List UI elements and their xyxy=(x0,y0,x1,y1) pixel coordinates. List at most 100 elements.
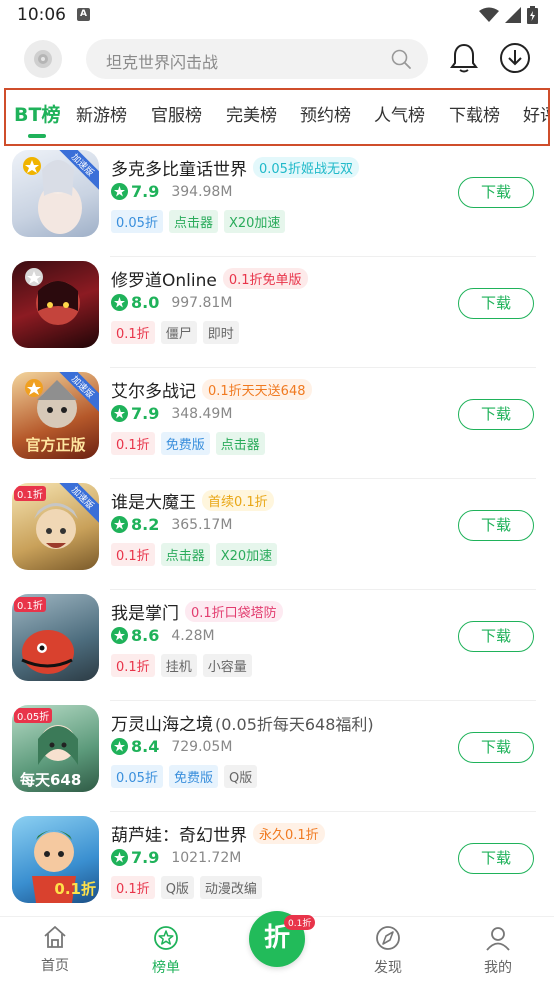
game-icon[interactable]: 每天648 0.05折 xyxy=(12,705,99,792)
list-item[interactable]: 加速版 多克多比童话世界 0.05折姬战无双 7.9 394.98M 0.05折… xyxy=(0,146,554,257)
game-icon[interactable]: 加速版 官方正版 xyxy=(12,372,99,459)
status-time: 10:06 xyxy=(17,5,66,25)
discount-tag: 0.1折 xyxy=(111,432,155,455)
nav-ranking[interactable]: 榜单 xyxy=(131,925,201,977)
list-item[interactable]: 每天648 0.05折 万灵山海之境 (0.05折每天648福利) 8.4 72… xyxy=(0,701,554,812)
genre-tag: Q版 xyxy=(160,876,194,899)
discount-tag: 0.05折 xyxy=(111,765,163,788)
feature-tag: 免费版 xyxy=(168,765,218,788)
game-rating: 8.2 xyxy=(131,515,160,534)
game-title: 艾尔多战记 xyxy=(111,382,196,402)
game-tagline: 0.1折口袋塔防 xyxy=(185,601,283,622)
download-manager-icon[interactable] xyxy=(499,42,531,74)
tab-official[interactable]: 官服榜 xyxy=(151,101,202,126)
icon-discount-badge: 0.1折 xyxy=(14,597,46,612)
list-item[interactable]: 0.1折 葫芦娃：奇幻世界 永久0.1折 7.9 1021.72M 0.1折 Q… xyxy=(0,812,554,916)
game-size: 1021.72M xyxy=(171,849,242,866)
game-title: 谁是大魔王 xyxy=(111,493,196,513)
search-input[interactable]: 坦克世界闪击战 xyxy=(86,39,428,79)
nav-discover[interactable]: 发现 xyxy=(353,925,423,977)
icon-discount-badge: 0.05折 xyxy=(14,708,53,723)
game-title-row: 万灵山海之境 (0.05折每天648福利) xyxy=(111,710,374,736)
download-button[interactable]: 下载 xyxy=(458,288,534,319)
genre-tag: 小容量 xyxy=(202,654,252,677)
game-title-row: 谁是大魔王 首续0.1折 xyxy=(111,488,274,513)
feature-tag: 免费版 xyxy=(160,432,210,455)
star-icon xyxy=(111,294,128,311)
star-icon xyxy=(111,405,128,422)
icon-overlay-text: 官方正版 xyxy=(25,436,86,454)
tag-row: 0.05折 免费版 Q版 xyxy=(111,765,258,788)
star-icon xyxy=(111,849,128,866)
game-tagline: 永久0.1折 xyxy=(253,823,325,844)
game-rating: 8.0 xyxy=(131,293,160,312)
nav-home[interactable]: 首页 xyxy=(20,925,90,975)
discount-tag: 0.05折 xyxy=(111,210,163,233)
game-tagline: (0.05折每天648福利) xyxy=(215,714,374,734)
status-bar: 10:06 A xyxy=(0,0,554,32)
game-rating: 8.6 xyxy=(131,626,160,645)
download-button[interactable]: 下载 xyxy=(458,177,534,208)
top-bar: 坦克世界闪击战 xyxy=(0,34,554,86)
tab-reservation[interactable]: 预约榜 xyxy=(300,101,351,126)
tag-row: 0.1折 僵尸 即时 xyxy=(111,321,239,344)
tab-perfect[interactable]: 完美榜 xyxy=(226,101,277,126)
genre-tag: 挂机 xyxy=(160,654,197,677)
tag-row: 0.1折 挂机 小容量 xyxy=(111,654,252,677)
game-tagline: 0.1折免单版 xyxy=(222,268,308,289)
feature-tag: X20加速 xyxy=(223,210,286,233)
game-size: 348.49M xyxy=(171,405,233,422)
avatar-icon xyxy=(34,50,52,68)
game-icon[interactable] xyxy=(12,261,99,348)
game-rating: 8.4 xyxy=(131,737,160,756)
tab-new-games[interactable]: 新游榜 xyxy=(76,101,127,126)
game-title: 万灵山海之境 xyxy=(111,715,213,735)
bottom-nav: 首页 榜单 折 0.1折 发现 我的 xyxy=(0,911,554,984)
game-title-row: 多克多比童话世界 0.05折姬战无双 xyxy=(111,155,359,180)
game-icon[interactable]: 0.1折 xyxy=(12,594,99,681)
list-item[interactable]: 修罗道Online 0.1折免单版 8.0 997.81M 0.1折 僵尸 即时… xyxy=(0,257,554,368)
genre-tag: 僵尸 xyxy=(160,321,197,344)
ranking-star-icon xyxy=(154,926,178,950)
game-size: 729.05M xyxy=(171,738,233,755)
bell-icon[interactable] xyxy=(449,42,479,74)
tab-indicator xyxy=(28,134,46,138)
rating-row: 8.0 997.81M xyxy=(111,293,232,312)
download-button[interactable]: 下载 xyxy=(458,399,534,430)
list-item[interactable]: 加速版 官方正版 艾尔多战记 0.1折天天送648 7.9 348.49M 0.… xyxy=(0,368,554,479)
discount-tag: 0.1折 xyxy=(111,321,155,344)
nav-profile[interactable]: 我的 xyxy=(463,925,533,977)
game-rating: 7.9 xyxy=(131,848,160,867)
tag-row: 0.1折 Q版 动漫改编 xyxy=(111,876,262,899)
game-rating: 7.9 xyxy=(131,182,160,201)
icon-discount-badge: 0.1折 xyxy=(14,486,46,501)
game-icon[interactable]: 0.1折 xyxy=(12,816,99,903)
game-tagline: 0.1折天天送648 xyxy=(202,379,312,400)
discount-badge: 0.1折 xyxy=(284,915,316,930)
nav-label: 首页 xyxy=(41,958,69,974)
signal-icon xyxy=(505,7,521,23)
list-item[interactable]: 0.1折 我是掌门 0.1折口袋塔防 8.6 4.28M 0.1折 挂机 小容量… xyxy=(0,590,554,701)
game-title: 修罗道Online xyxy=(111,271,217,291)
feature-tag: 点击器 xyxy=(160,543,210,566)
tab-bt[interactable]: BT榜 xyxy=(14,100,60,127)
avatar[interactable] xyxy=(24,40,62,78)
rating-row: 8.2 365.17M xyxy=(111,515,232,534)
discount-tag: 0.1折 xyxy=(111,543,155,566)
tab-downloads[interactable]: 下载榜 xyxy=(449,101,500,126)
tab-top-rated[interactable]: 好评 xyxy=(523,101,548,126)
icon-overlay-text: 0.1折 xyxy=(54,880,96,898)
download-button[interactable]: 下载 xyxy=(458,621,534,652)
game-size: 365.17M xyxy=(171,516,233,533)
download-button[interactable]: 下载 xyxy=(458,732,534,763)
notification-icon: A xyxy=(77,8,90,21)
game-icon[interactable]: 加速版 xyxy=(12,150,99,237)
search-icon[interactable] xyxy=(390,48,412,70)
game-icon[interactable]: 加速版 0.1折 xyxy=(12,483,99,570)
download-button[interactable]: 下载 xyxy=(458,843,534,874)
star-icon xyxy=(111,738,128,755)
download-button[interactable]: 下载 xyxy=(458,510,534,541)
list-item[interactable]: 加速版 0.1折 谁是大魔王 首续0.1折 8.2 365.17M 0.1折 点… xyxy=(0,479,554,590)
tag-row: 0.05折 点击器 X20加速 xyxy=(111,210,286,233)
tab-popular[interactable]: 人气榜 xyxy=(374,101,425,126)
